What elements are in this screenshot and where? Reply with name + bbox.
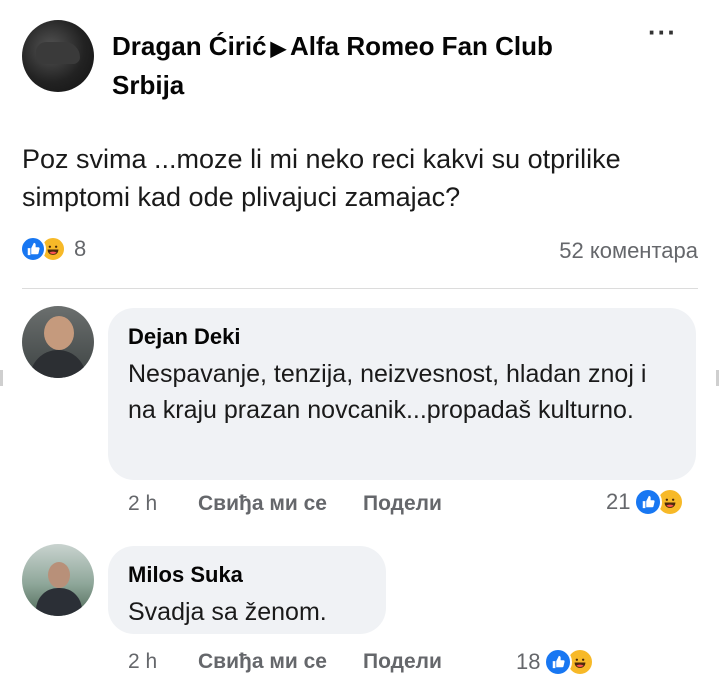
post-header: Dragan Ćirić ▶ Alfa Romeo Fan Club Srbija [112, 28, 632, 103]
comment-actions: 2 h Свиђа ми се Подели [128, 492, 478, 516]
comment-like-button[interactable]: Свиђа ми се [198, 492, 327, 516]
comment-reactions[interactable]: 18 [516, 648, 595, 676]
comment-avatar[interactable] [22, 544, 94, 616]
reaction-count: 8 [74, 236, 87, 261]
comment-bubble: Milos Suka Svadja sa ženom. [108, 546, 386, 634]
comment-share-button[interactable]: Подели [363, 650, 442, 674]
screen-edge-mark [0, 370, 3, 386]
screen-edge-mark [716, 370, 719, 386]
post-author-avatar[interactable] [22, 20, 94, 92]
comment-author[interactable]: Dejan Deki [128, 322, 676, 352]
post-reactions[interactable]: 8 [20, 236, 86, 262]
comment-bubble: Dejan Deki Nespavanje, tenzija, neizvesn… [108, 308, 696, 480]
comment-text: Nespavanje, tenzija, neizvesnost, hladan… [128, 360, 647, 424]
post-text: Poz svima ...moze li mi neko reci kakvi … [22, 144, 621, 212]
more-options-button[interactable]: ··· [648, 19, 677, 45]
comments-count-link[interactable]: 52 коментара [559, 238, 698, 264]
comment-reaction-count: 18 [516, 649, 541, 674]
like-icon [544, 648, 573, 676]
comment-avatar[interactable] [22, 306, 94, 378]
divider [22, 288, 698, 289]
comment-share-button[interactable]: Подели [363, 492, 442, 516]
comment-text: Svadja sa ženom. [128, 598, 327, 626]
comment-author[interactable]: Milos Suka [128, 560, 366, 590]
comment-timestamp[interactable]: 2 h [128, 650, 198, 674]
comment-reaction-count: 21 [606, 489, 631, 514]
like-icon [20, 236, 46, 262]
comment-like-button[interactable]: Свиђа ми се [198, 650, 327, 674]
triangle-right-icon: ▶ [270, 38, 286, 60]
like-icon [634, 488, 663, 516]
comment-reactions[interactable]: 21 [606, 488, 685, 516]
post-author-name[interactable]: Dragan Ćirić [112, 31, 267, 61]
post-card: Dragan Ćirić ▶ Alfa Romeo Fan Club Srbija … [0, 0, 720, 692]
comment-timestamp[interactable]: 2 h [128, 492, 198, 516]
comment-actions: 2 h Свиђа ми се Подели [128, 650, 478, 674]
